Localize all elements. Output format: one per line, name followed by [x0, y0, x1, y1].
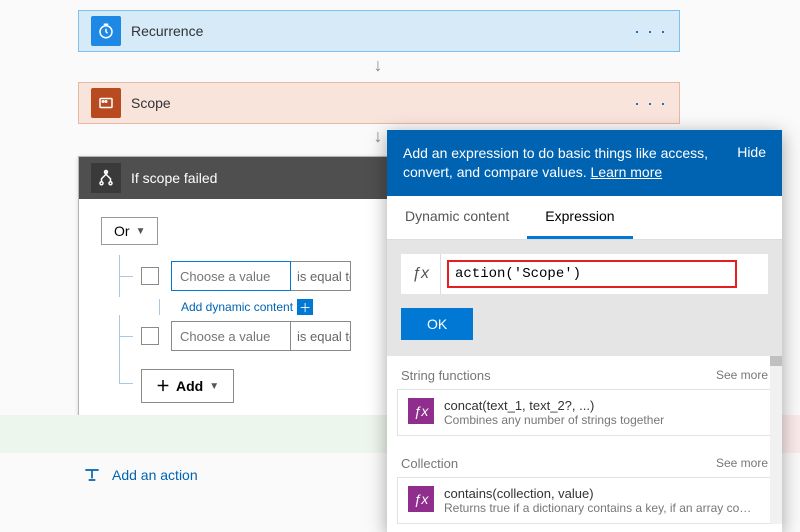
scope-icon	[91, 88, 121, 118]
ok-button[interactable]: OK	[401, 308, 473, 340]
plus-icon: ＋	[156, 376, 170, 396]
scope-card[interactable]: Scope · · ·	[78, 82, 680, 124]
function-signature: contains(collection, value)	[444, 486, 754, 501]
condition-icon	[91, 163, 121, 193]
function-item-concat[interactable]: ƒx concat(text_1, text_2?, ...) Combines…	[397, 389, 772, 436]
more-menu[interactable]: · · ·	[634, 93, 667, 114]
panel-tabs: Dynamic content Expression	[387, 196, 782, 240]
tab-expression[interactable]: Expression	[527, 196, 632, 239]
function-description: Combines any number of strings together	[444, 413, 664, 427]
see-more-link[interactable]: See more	[716, 456, 768, 470]
fx-icon: ƒx	[401, 254, 441, 294]
recurrence-card[interactable]: Recurrence · · ·	[78, 10, 680, 52]
false-branch-band	[782, 415, 800, 453]
expression-panel: Add an expression to do basic things lik…	[387, 130, 782, 532]
expression-input[interactable]	[447, 260, 737, 288]
value-input[interactable]	[171, 261, 291, 291]
arrow-down-icon: ↓	[374, 55, 383, 76]
more-menu[interactable]: · · ·	[634, 21, 667, 42]
logic-operator-label: Or	[114, 223, 130, 239]
scope-label: Scope	[131, 95, 634, 111]
recurrence-label: Recurrence	[131, 23, 634, 39]
chevron-down-icon: ▼	[136, 226, 146, 237]
learn-more-link[interactable]: Learn more	[591, 164, 663, 180]
section-title: String functions	[401, 368, 491, 383]
add-condition-button[interactable]: ＋ Add ▼	[141, 369, 234, 403]
logic-operator-dropdown[interactable]: Or ▼	[101, 217, 158, 245]
see-more-link[interactable]: See more	[716, 368, 768, 382]
scrollbar-thumb[interactable]	[770, 356, 782, 366]
add-action-button[interactable]: Add an action	[82, 465, 198, 485]
panel-help-text: Add an expression to do basic things lik…	[403, 145, 708, 180]
plus-icon: ＋	[297, 299, 313, 315]
add-action-icon	[82, 465, 102, 485]
condition-title: If scope failed	[131, 170, 217, 186]
operator-dropdown[interactable]: is equal to	[291, 261, 351, 291]
function-signature: concat(text_1, text_2?, ...)	[444, 398, 664, 413]
function-item-contains[interactable]: ƒx contains(collection, value) Returns t…	[397, 477, 772, 524]
arrow-down-icon: ↓	[374, 126, 383, 147]
function-description: Returns true if a dictionary contains a …	[444, 501, 754, 515]
row-checkbox[interactable]	[141, 327, 159, 345]
fx-icon: ƒx	[408, 486, 434, 512]
scrollbar-track[interactable]	[770, 356, 782, 524]
operator-dropdown[interactable]: is equal to	[291, 321, 351, 351]
value-input[interactable]	[171, 321, 291, 351]
section-title: Collection	[401, 456, 458, 471]
hide-button[interactable]: Hide	[737, 144, 766, 160]
tab-dynamic-content[interactable]: Dynamic content	[387, 196, 527, 239]
chevron-down-icon: ▼	[209, 381, 219, 392]
clock-icon	[91, 16, 121, 46]
row-checkbox[interactable]	[141, 267, 159, 285]
panel-header: Add an expression to do basic things lik…	[387, 130, 782, 196]
fx-icon: ƒx	[408, 398, 434, 424]
